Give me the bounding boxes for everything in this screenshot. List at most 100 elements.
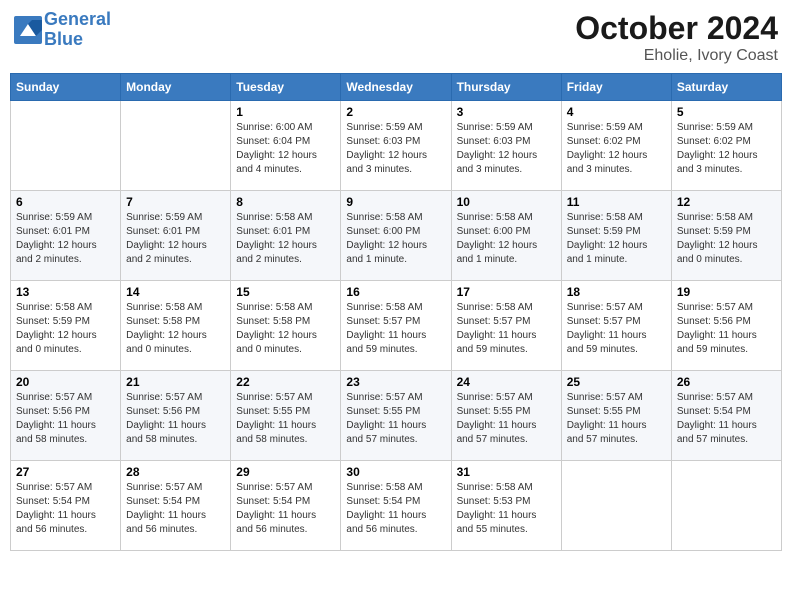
day-info: Sunrise: 5:58 AM Sunset: 5:58 PM Dayligh… bbox=[126, 301, 225, 357]
day-info: Sunrise: 5:59 AM Sunset: 6:01 PM Dayligh… bbox=[16, 211, 115, 267]
day-number: 22 bbox=[236, 375, 335, 389]
weekday-header-tuesday: Tuesday bbox=[231, 74, 341, 101]
calendar-cell: 7 Sunrise: 5:59 AM Sunset: 6:01 PM Daylig… bbox=[121, 191, 231, 281]
day-number: 11 bbox=[567, 195, 666, 209]
calendar-cell bbox=[671, 461, 781, 551]
day-number: 29 bbox=[236, 465, 335, 479]
day-number: 28 bbox=[126, 465, 225, 479]
day-number: 27 bbox=[16, 465, 115, 479]
weekday-header-row: SundayMondayTuesdayWednesdayThursdayFrid… bbox=[11, 74, 782, 101]
day-info: Sunrise: 5:58 AM Sunset: 5:59 PM Dayligh… bbox=[16, 301, 115, 357]
day-number: 8 bbox=[236, 195, 335, 209]
day-info: Sunrise: 5:59 AM Sunset: 6:03 PM Dayligh… bbox=[346, 121, 445, 177]
calendar-cell: 30 Sunrise: 5:58 AM Sunset: 5:54 PM Dayli… bbox=[341, 461, 451, 551]
calendar-cell: 15Sunrise: 5:58 AM Sunset: 5:58 PM Dayli… bbox=[231, 281, 341, 371]
day-number: 13 bbox=[16, 285, 115, 299]
day-number: 5 bbox=[677, 105, 776, 119]
day-number: 10 bbox=[457, 195, 556, 209]
calendar-cell: 4 Sunrise: 5:59 AM Sunset: 6:02 PM Daylig… bbox=[561, 101, 671, 191]
day-info: Sunrise: 5:58 AM Sunset: 5:57 PM Dayligh… bbox=[457, 301, 556, 357]
day-info: Sunrise: 5:58 AM Sunset: 5:53 PM Dayligh… bbox=[457, 481, 556, 537]
calendar-cell: 9 Sunrise: 5:58 AM Sunset: 6:00 PM Daylig… bbox=[341, 191, 451, 281]
day-number: 2 bbox=[346, 105, 445, 119]
weekday-header-saturday: Saturday bbox=[671, 74, 781, 101]
day-info: Sunrise: 5:59 AM Sunset: 6:01 PM Dayligh… bbox=[126, 211, 225, 267]
calendar-cell: 13 Sunrise: 5:58 AM Sunset: 5:59 PM Dayli… bbox=[11, 281, 121, 371]
calendar-cell bbox=[11, 101, 121, 191]
month-title: October 2024 bbox=[575, 10, 778, 47]
day-info: Sunrise: 5:57 AM Sunset: 5:54 PM Dayligh… bbox=[677, 391, 776, 447]
calendar-week-row: 27 Sunrise: 5:57 AM Sunset: 5:54 PM Dayli… bbox=[11, 461, 782, 551]
logo: General Blue bbox=[14, 10, 111, 50]
calendar-cell: 6 Sunrise: 5:59 AM Sunset: 6:01 PM Daylig… bbox=[11, 191, 121, 281]
calendar-cell: 22 Sunrise: 5:57 AM Sunset: 5:55 PM Dayli… bbox=[231, 371, 341, 461]
calendar-week-row: 1Sunrise: 6:00 AM Sunset: 6:04 PM Daylig… bbox=[11, 101, 782, 191]
logo-line1: General bbox=[44, 9, 111, 29]
day-info: Sunrise: 5:57 AM Sunset: 5:55 PM Dayligh… bbox=[236, 391, 335, 447]
day-number: 17 bbox=[457, 285, 556, 299]
day-number: 7 bbox=[126, 195, 225, 209]
calendar-week-row: 13 Sunrise: 5:58 AM Sunset: 5:59 PM Dayli… bbox=[11, 281, 782, 371]
calendar-cell: 5Sunrise: 5:59 AM Sunset: 6:02 PM Daylig… bbox=[671, 101, 781, 191]
calendar-cell: 29 Sunrise: 5:57 AM Sunset: 5:54 PM Dayli… bbox=[231, 461, 341, 551]
day-info: Sunrise: 5:58 AM Sunset: 5:57 PM Dayligh… bbox=[346, 301, 445, 357]
logo-line2: Blue bbox=[44, 29, 83, 49]
day-number: 3 bbox=[457, 105, 556, 119]
calendar-cell: 14 Sunrise: 5:58 AM Sunset: 5:58 PM Dayli… bbox=[121, 281, 231, 371]
logo-icon bbox=[14, 16, 42, 44]
calendar-table: SundayMondayTuesdayWednesdayThursdayFrid… bbox=[10, 73, 782, 551]
weekday-header-monday: Monday bbox=[121, 74, 231, 101]
day-info: Sunrise: 5:58 AM Sunset: 5:59 PM Dayligh… bbox=[567, 211, 666, 267]
day-info: Sunrise: 5:59 AM Sunset: 6:02 PM Dayligh… bbox=[567, 121, 666, 177]
day-number: 12 bbox=[677, 195, 776, 209]
calendar-cell: 11 Sunrise: 5:58 AM Sunset: 5:59 PM Dayli… bbox=[561, 191, 671, 281]
weekday-header-sunday: Sunday bbox=[11, 74, 121, 101]
day-number: 4 bbox=[567, 105, 666, 119]
day-number: 16 bbox=[346, 285, 445, 299]
day-number: 9 bbox=[346, 195, 445, 209]
day-number: 21 bbox=[126, 375, 225, 389]
day-number: 25 bbox=[567, 375, 666, 389]
day-info: Sunrise: 5:57 AM Sunset: 5:56 PM Dayligh… bbox=[126, 391, 225, 447]
calendar-cell: 31 Sunrise: 5:58 AM Sunset: 5:53 PM Dayli… bbox=[451, 461, 561, 551]
calendar-cell: 8Sunrise: 5:58 AM Sunset: 6:01 PM Daylig… bbox=[231, 191, 341, 281]
calendar-week-row: 20Sunrise: 5:57 AM Sunset: 5:56 PM Dayli… bbox=[11, 371, 782, 461]
calendar-cell: 28Sunrise: 5:57 AM Sunset: 5:54 PM Dayli… bbox=[121, 461, 231, 551]
day-info: Sunrise: 5:57 AM Sunset: 5:54 PM Dayligh… bbox=[236, 481, 335, 537]
calendar-cell: 27 Sunrise: 5:57 AM Sunset: 5:54 PM Dayli… bbox=[11, 461, 121, 551]
calendar-cell: 2 Sunrise: 5:59 AM Sunset: 6:03 PM Daylig… bbox=[341, 101, 451, 191]
weekday-header-thursday: Thursday bbox=[451, 74, 561, 101]
calendar-cell: 10 Sunrise: 5:58 AM Sunset: 6:00 PM Dayli… bbox=[451, 191, 561, 281]
page-header: General Blue October 2024 Eholie, Ivory … bbox=[10, 10, 782, 65]
calendar-cell bbox=[561, 461, 671, 551]
calendar-cell: 23Sunrise: 5:57 AM Sunset: 5:55 PM Dayli… bbox=[341, 371, 451, 461]
title-block: October 2024 Eholie, Ivory Coast bbox=[575, 10, 778, 65]
day-number: 24 bbox=[457, 375, 556, 389]
calendar-cell: 1Sunrise: 6:00 AM Sunset: 6:04 PM Daylig… bbox=[231, 101, 341, 191]
day-info: Sunrise: 5:59 AM Sunset: 6:03 PM Dayligh… bbox=[457, 121, 556, 177]
day-number: 6 bbox=[16, 195, 115, 209]
day-info: Sunrise: 5:58 AM Sunset: 5:59 PM Dayligh… bbox=[677, 211, 776, 267]
calendar-week-row: 6 Sunrise: 5:59 AM Sunset: 6:01 PM Daylig… bbox=[11, 191, 782, 281]
day-info: Sunrise: 5:57 AM Sunset: 5:54 PM Dayligh… bbox=[16, 481, 115, 537]
weekday-header-friday: Friday bbox=[561, 74, 671, 101]
calendar-cell: 3 Sunrise: 5:59 AM Sunset: 6:03 PM Daylig… bbox=[451, 101, 561, 191]
day-number: 26 bbox=[677, 375, 776, 389]
calendar-cell: 18Sunrise: 5:57 AM Sunset: 5:57 PM Dayli… bbox=[561, 281, 671, 371]
day-number: 23 bbox=[346, 375, 445, 389]
calendar-cell: 20Sunrise: 5:57 AM Sunset: 5:56 PM Dayli… bbox=[11, 371, 121, 461]
calendar-cell: 19Sunrise: 5:57 AM Sunset: 5:56 PM Dayli… bbox=[671, 281, 781, 371]
day-number: 31 bbox=[457, 465, 556, 479]
calendar-cell: 24Sunrise: 5:57 AM Sunset: 5:55 PM Dayli… bbox=[451, 371, 561, 461]
calendar-cell: 25Sunrise: 5:57 AM Sunset: 5:55 PM Dayli… bbox=[561, 371, 671, 461]
calendar-cell: 26 Sunrise: 5:57 AM Sunset: 5:54 PM Dayli… bbox=[671, 371, 781, 461]
day-number: 18 bbox=[567, 285, 666, 299]
day-info: Sunrise: 6:00 AM Sunset: 6:04 PM Dayligh… bbox=[236, 121, 335, 177]
day-number: 30 bbox=[346, 465, 445, 479]
day-info: Sunrise: 5:58 AM Sunset: 6:00 PM Dayligh… bbox=[346, 211, 445, 267]
day-number: 14 bbox=[126, 285, 225, 299]
day-info: Sunrise: 5:58 AM Sunset: 6:00 PM Dayligh… bbox=[457, 211, 556, 267]
calendar-cell: 16 Sunrise: 5:58 AM Sunset: 5:57 PM Dayli… bbox=[341, 281, 451, 371]
day-info: Sunrise: 5:57 AM Sunset: 5:56 PM Dayligh… bbox=[16, 391, 115, 447]
day-info: Sunrise: 5:58 AM Sunset: 5:54 PM Dayligh… bbox=[346, 481, 445, 537]
